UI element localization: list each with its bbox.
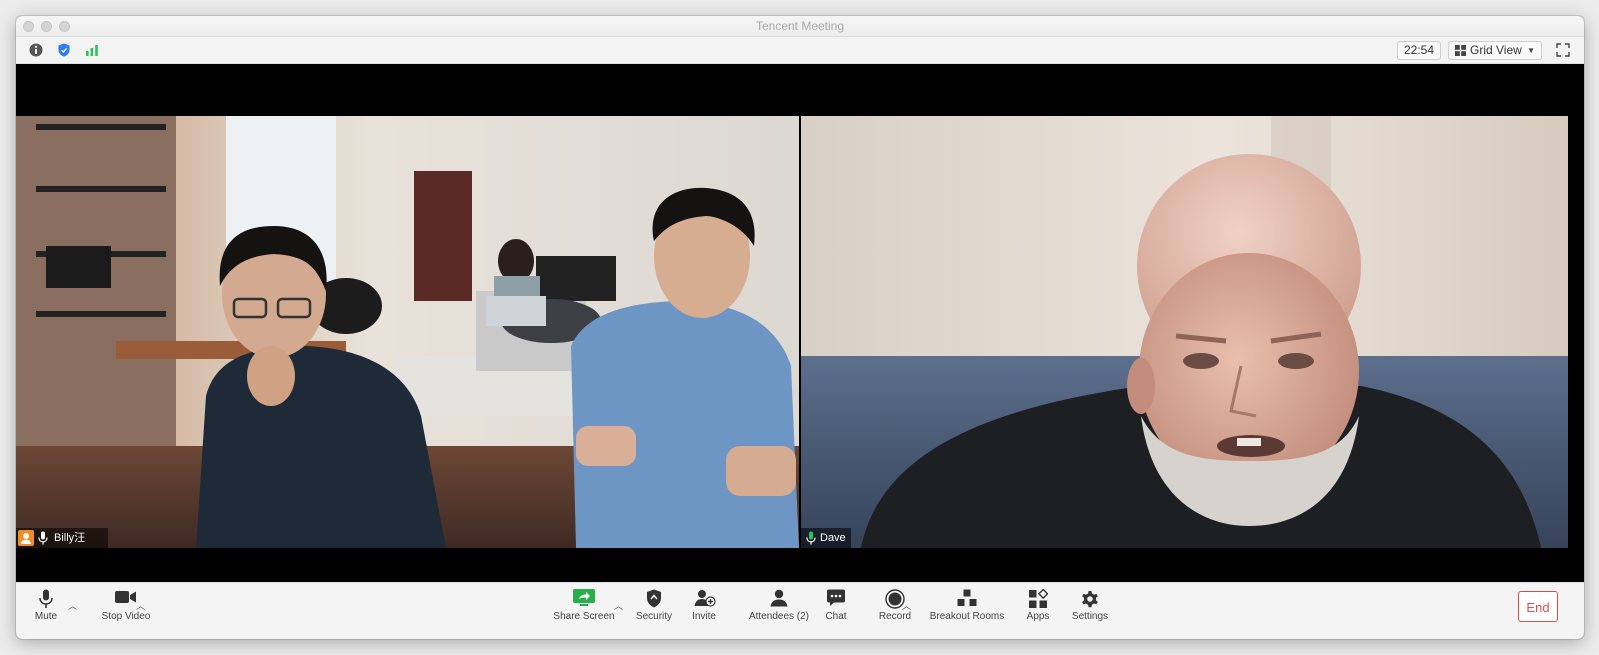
mute-button[interactable]: Mute xyxy=(32,583,60,639)
breakout-rooms-icon xyxy=(957,589,977,606)
video-stage: Billy汪 Dave xyxy=(16,64,1584,582)
video-tile-dave[interactable]: Dave xyxy=(801,116,1568,548)
video-tile-billy[interactable]: Billy汪 xyxy=(16,116,799,548)
chat-bubble-icon xyxy=(827,589,845,606)
shield-icon[interactable] xyxy=(56,42,72,58)
participant-video-dave xyxy=(801,116,1568,548)
stop-video-label: Stop Video xyxy=(101,611,151,622)
fullscreen-icon[interactable] xyxy=(1556,43,1570,57)
share-screen-icon xyxy=(573,589,595,606)
grid-view-icon xyxy=(1455,45,1466,56)
host-badge-icon xyxy=(18,530,34,546)
meeting-window: Tencent Meeting 22:54 Grid View ▼ Billy汪… xyxy=(16,16,1584,639)
add-person-icon xyxy=(694,590,716,607)
title-bar: Tencent Meeting xyxy=(16,16,1584,37)
meeting-clock: 22:54 xyxy=(1397,41,1441,60)
meeting-info-bar: 22:54 Grid View ▼ xyxy=(16,37,1584,64)
microphone-active-icon xyxy=(806,531,816,545)
video-camera-icon xyxy=(115,591,136,603)
view-mode-dropdown[interactable]: Grid View ▼ xyxy=(1448,41,1542,60)
video-options-caret[interactable]: ︿ xyxy=(136,599,145,612)
share-screen-button[interactable]: Share Screen xyxy=(553,583,615,639)
caret-down-icon: ▼ xyxy=(1527,46,1535,55)
settings-label: Settings xyxy=(1071,611,1109,622)
settings-button[interactable]: Settings xyxy=(1072,583,1108,639)
participant-nametag: Dave xyxy=(801,528,851,548)
meeting-toolbar: Mute ︿ Stop Video ︿ Share Screen ︿ Secur… xyxy=(16,582,1584,639)
participant-video-billy xyxy=(16,116,799,548)
signal-bars-icon[interactable] xyxy=(84,42,100,58)
window-title: Tencent Meeting xyxy=(755,19,845,33)
gear-icon xyxy=(1082,591,1098,608)
attendees-icon xyxy=(770,589,788,607)
end-meeting-button[interactable]: End xyxy=(1518,591,1558,622)
apps-icon xyxy=(1029,589,1048,608)
shield-icon xyxy=(647,589,661,608)
participant-name: Billy汪 xyxy=(54,532,86,544)
invite-button[interactable]: Invite xyxy=(692,583,716,639)
chat-button[interactable]: Chat xyxy=(825,583,847,639)
participant-name: Dave xyxy=(820,532,846,544)
participant-nametag: Billy汪 xyxy=(16,528,108,548)
stop-video-button[interactable]: Stop Video xyxy=(96,583,156,639)
info-icon[interactable] xyxy=(28,42,44,58)
view-mode-label: Grid View xyxy=(1470,43,1522,57)
microphone-icon xyxy=(39,589,53,608)
microphone-icon xyxy=(38,531,48,545)
breakout-rooms-button[interactable]: Breakout Rooms xyxy=(930,583,1004,639)
